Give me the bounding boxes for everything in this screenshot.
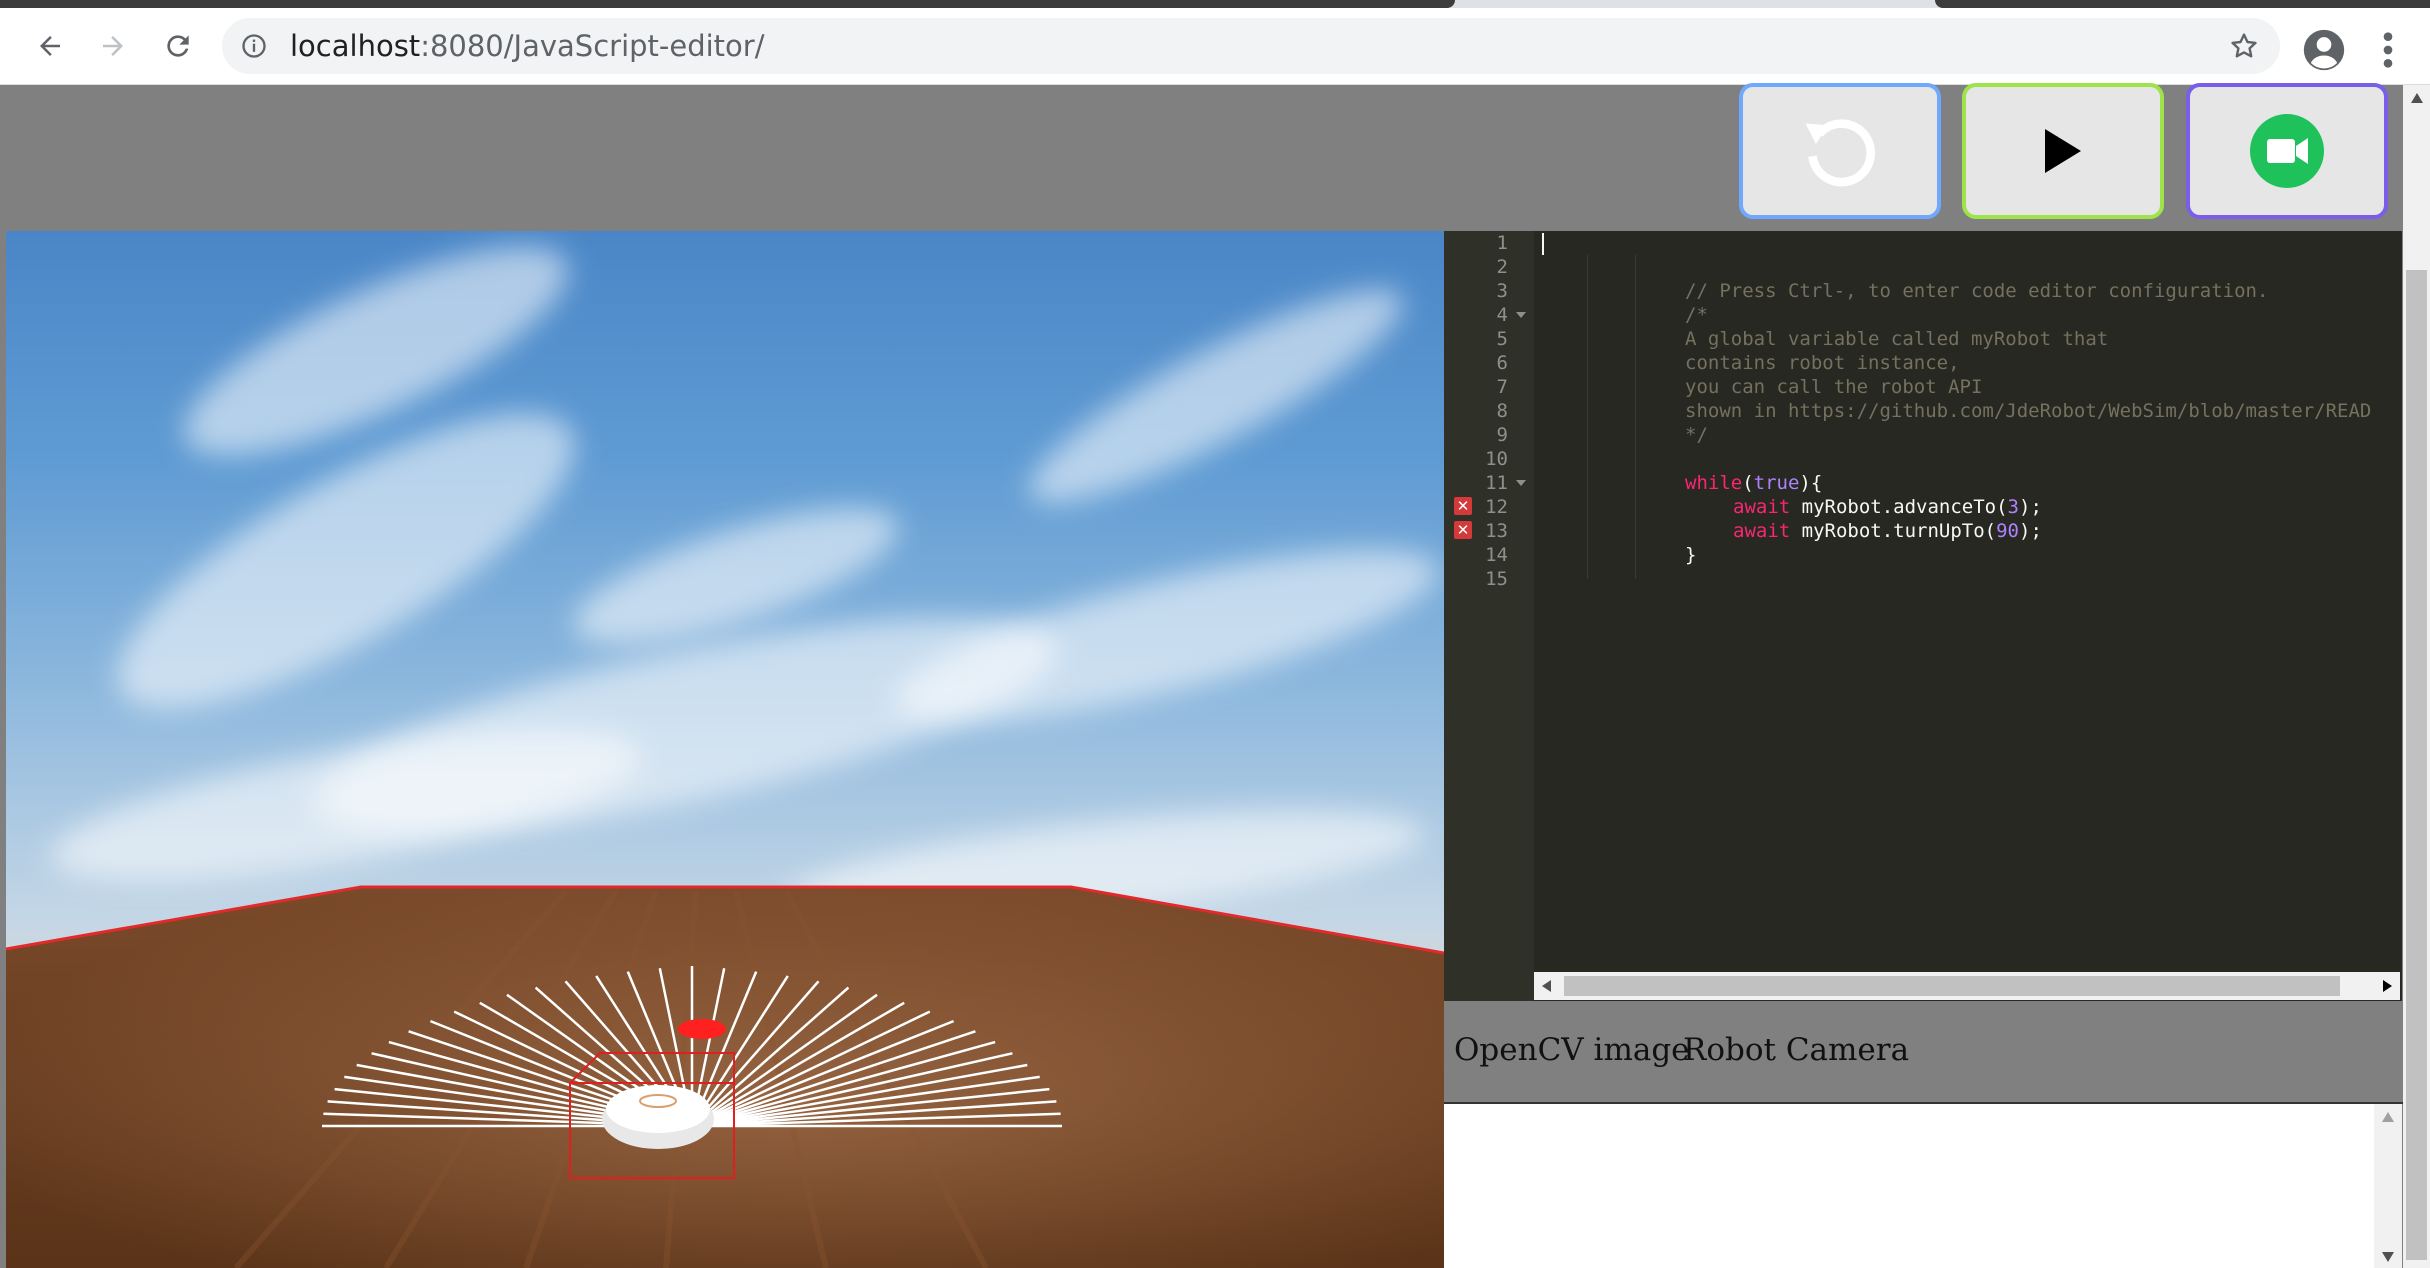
view-tabs: OpenCV image Robot Camera [1444, 1002, 2403, 1104]
fold-toggle-icon[interactable] [1516, 480, 1526, 486]
line-number: 8 [1496, 400, 1508, 422]
kebab-menu-icon[interactable] [2376, 30, 2400, 70]
code-line-7: you can call the robot API [1685, 376, 1983, 398]
reset-icon [1805, 119, 1876, 187]
line-number: 4 [1496, 304, 1508, 326]
scroll-down-icon[interactable] [2382, 1252, 2394, 1262]
code-token: ); [2019, 520, 2042, 542]
address-bar[interactable]: localhost:8080/JavaScript-editor/ [222, 18, 2280, 74]
line-number: 9 [1496, 424, 1508, 446]
simulation-floor [6, 885, 1444, 1268]
video-camera-icon [2250, 114, 2324, 188]
scroll-right-icon[interactable] [2382, 980, 2392, 992]
editor-horizontal-scrollbar[interactable] [1534, 972, 2400, 1000]
record-button[interactable] [2186, 83, 2388, 219]
number-literal: 3 [2007, 496, 2019, 518]
code-token: myRobot.turnUpTo( [1790, 520, 1997, 542]
code-area[interactable]: // Press Ctrl-, to enter code editor con… [1540, 231, 2402, 1001]
info-icon[interactable] [240, 32, 268, 60]
panel-scrollbar[interactable] [2374, 1104, 2402, 1268]
code-token: myRobot.advanceTo( [1790, 496, 2008, 518]
browser-tab-strip [0, 0, 2430, 8]
reset-button[interactable] [1739, 83, 1941, 219]
code-line-6: contains robot instance, [1685, 352, 1960, 374]
number-literal: 90 [1996, 520, 2019, 542]
url-path: :8080/JavaScript-editor/ [420, 29, 765, 63]
scroll-left-icon[interactable] [1542, 980, 1552, 992]
code-token: ); [2019, 496, 2042, 518]
editor-gutter: 1 2 3 4 5 6 7 8 9 10 11 12 13 14 15 ✕ ✕ [1444, 231, 1534, 1001]
line-number: 7 [1496, 376, 1508, 398]
line-number: 5 [1496, 328, 1508, 350]
line-number: 6 [1496, 352, 1508, 374]
scrollbar-thumb[interactable] [2406, 270, 2427, 1260]
page-scrollbar[interactable] [2403, 85, 2430, 1268]
line-number: 15 [1485, 568, 1508, 590]
reload-button[interactable] [158, 26, 198, 66]
code-line-9: */ [1685, 424, 1708, 446]
tab-robot-camera[interactable]: Robot Camera [1683, 1032, 1909, 1068]
code-line-11: while(true){ [1685, 471, 1822, 495]
line-number: 1 [1496, 232, 1508, 254]
line-number: 3 [1496, 280, 1508, 302]
code-token: ( [1742, 472, 1754, 494]
url-host: localhost [290, 29, 421, 63]
line-number: 11 [1485, 472, 1508, 494]
code-editor[interactable]: 1 2 3 4 5 6 7 8 9 10 11 12 13 14 15 ✕ ✕ … [1444, 231, 2402, 1001]
back-button[interactable] [30, 26, 70, 66]
account-icon[interactable] [2302, 28, 2346, 72]
simulator-viewport[interactable] [6, 231, 1444, 1268]
error-icon[interactable]: ✕ [1454, 521, 1472, 539]
code-line-8: shown in https://github.com/JdeRobot/Web… [1685, 400, 2372, 422]
play-icon [2045, 129, 2081, 173]
line-number: 2 [1496, 256, 1508, 278]
fold-toggle-icon[interactable] [1516, 312, 1526, 318]
code-line-4: /* [1685, 304, 1708, 326]
scroll-up-icon[interactable] [2411, 93, 2423, 103]
play-button[interactable] [1962, 83, 2164, 219]
tab-content-panel [1444, 1104, 2374, 1268]
code-token: ){ [1799, 472, 1823, 494]
browser-toolbar: localhost:8080/JavaScript-editor/ [0, 8, 2430, 85]
browser-tab[interactable] [0, 0, 1455, 8]
url-text[interactable]: localhost:8080/JavaScript-editor/ [290, 29, 764, 63]
forward-button[interactable] [93, 26, 133, 66]
keyword-while: while [1685, 472, 1743, 494]
scrollbar-thumb[interactable] [1564, 976, 2340, 996]
code-line-5: A global variable called myRobot that [1685, 328, 2109, 350]
keyword-await: await [1733, 496, 1791, 518]
code-line-12: await myRobot.advanceTo(3); [1733, 495, 2042, 519]
arrow-left-icon [40, 36, 60, 56]
line-number: 14 [1485, 544, 1508, 566]
scroll-up-icon[interactable] [2382, 1112, 2394, 1122]
code-line-3: // Press Ctrl-, to enter code editor con… [1685, 280, 2269, 302]
target-marker [678, 1019, 726, 1039]
keyword-await: await [1733, 520, 1791, 542]
star-icon[interactable] [2228, 30, 2260, 62]
browser-tab[interactable] [1935, 0, 2430, 8]
line-number: 10 [1485, 448, 1508, 470]
arrow-right-icon [103, 36, 123, 56]
code-line-13: await myRobot.turnUpTo(90); [1733, 519, 2042, 543]
reload-icon [167, 35, 189, 57]
keyword-true: true [1753, 472, 1800, 494]
tab-opencv-image[interactable]: OpenCV image [1454, 1032, 1690, 1068]
code-line-14: } [1685, 544, 1697, 566]
error-icon[interactable]: ✕ [1454, 497, 1472, 515]
